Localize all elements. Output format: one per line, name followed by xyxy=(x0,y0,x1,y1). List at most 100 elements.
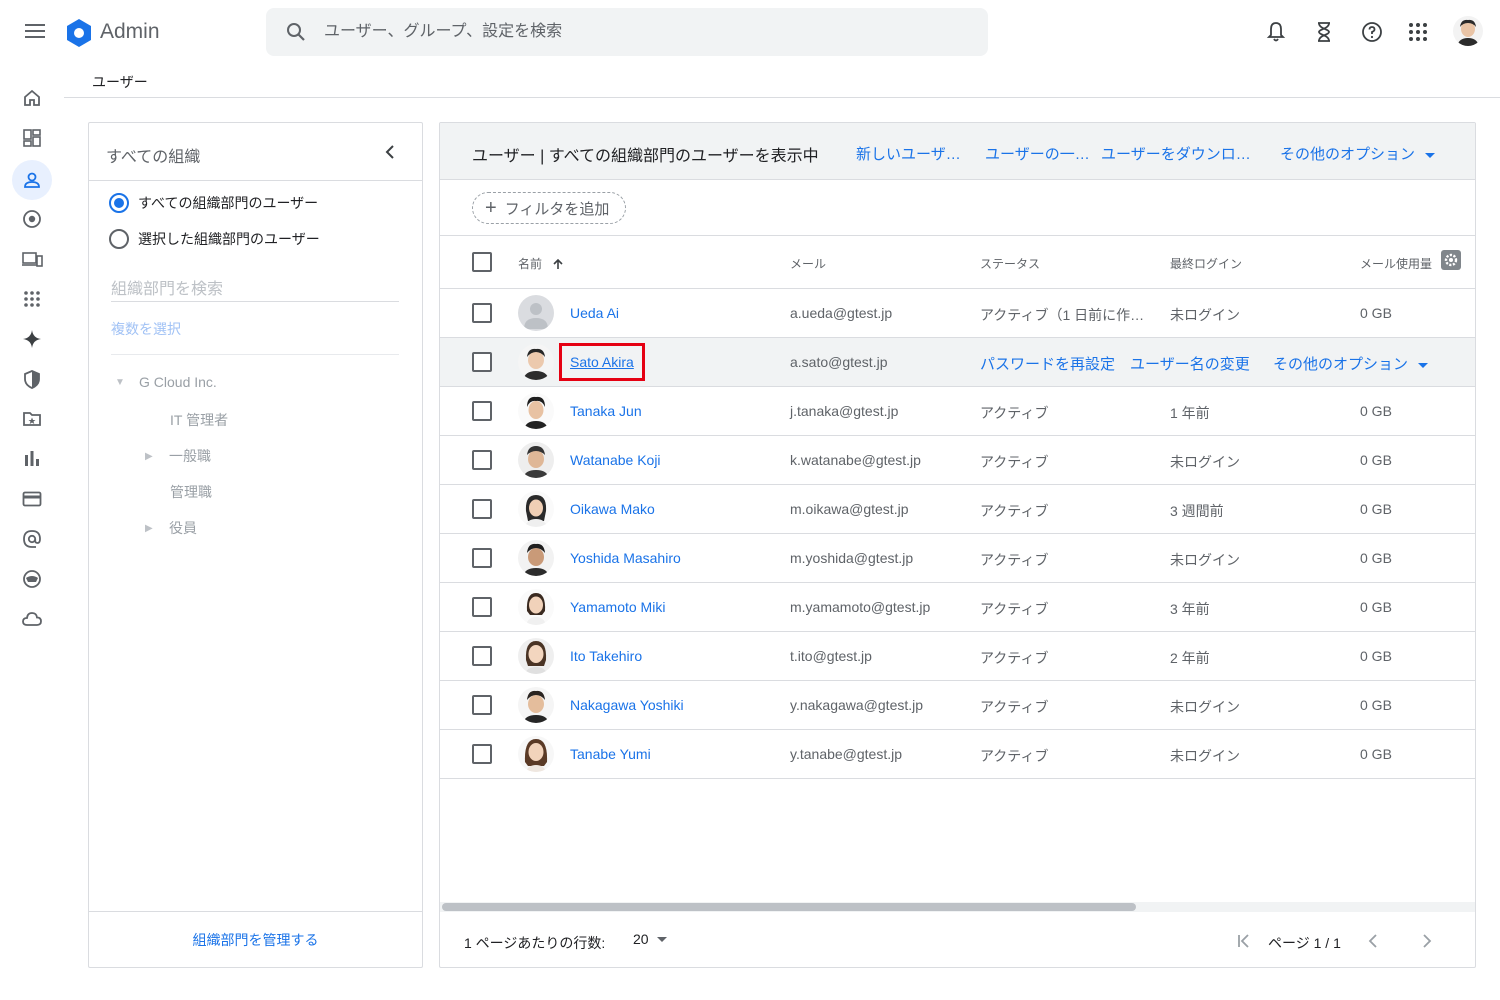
apps-grid-icon[interactable] xyxy=(1406,20,1430,44)
main-menu-icon[interactable] xyxy=(22,20,48,44)
column-last-login-header[interactable]: 最終ログイン xyxy=(1170,255,1242,272)
nav-dashboard-icon[interactable] xyxy=(12,118,52,158)
admin-logo[interactable] xyxy=(64,18,94,48)
nav-domains-at-icon[interactable] xyxy=(12,519,52,559)
nav-data-icon[interactable] xyxy=(12,559,52,599)
tree-item-root[interactable]: ▼ G Cloud Inc. xyxy=(115,374,217,390)
tree-item-it-admins[interactable]: IT 管理者 xyxy=(170,410,228,430)
user-name-link[interactable]: Sato Akira xyxy=(570,354,634,370)
tree-item-general-staff[interactable]: ▶ 一般職 xyxy=(145,446,211,466)
user-name-link[interactable]: Ito Takehiro xyxy=(570,648,642,664)
tree-item-managers[interactable]: 管理職 xyxy=(170,482,212,502)
table-row[interactable]: Yoshida Masahiro m.yoshida@gtest.jp アクティ… xyxy=(440,534,1475,583)
table-row[interactable]: Oikawa Mako m.oikawa@gtest.jp アクティブ 3 週間… xyxy=(440,485,1475,534)
notifications-bell-icon[interactable] xyxy=(1264,20,1288,44)
nav-gemini-sparkle-icon[interactable] xyxy=(12,319,52,359)
expand-down-arrow-icon[interactable]: ▼ xyxy=(115,377,125,388)
nav-chrome-icon[interactable] xyxy=(12,199,52,239)
row-checkbox[interactable] xyxy=(472,744,492,764)
row-checkbox[interactable] xyxy=(472,646,492,666)
tree-item-executives[interactable]: ▶ 役員 xyxy=(145,518,197,538)
user-name-link[interactable]: Yamamoto Miki xyxy=(570,599,665,615)
table-row[interactable]: Tanabe Yumi y.tanabe@gtest.jp アクティブ 未ログイ… xyxy=(440,730,1475,779)
user-name-link[interactable]: Yoshida Masahiro xyxy=(570,550,681,566)
multi-select-link[interactable]: 複数を選択 xyxy=(111,319,181,339)
scrollbar-thumb[interactable] xyxy=(442,903,1136,911)
table-row[interactable]: Watanabe Koji k.watanabe@gtest.jp アクティブ … xyxy=(440,436,1475,485)
nav-devices-icon[interactable] xyxy=(12,239,52,279)
row-more-options-menu[interactable]: その他のオプション xyxy=(1273,353,1429,374)
search-input[interactable] xyxy=(324,20,964,44)
rows-per-page-select[interactable]: 20 xyxy=(633,931,667,947)
row-checkbox[interactable] xyxy=(472,548,492,568)
more-options-menu[interactable]: その他のオプション xyxy=(1280,143,1436,164)
user-status: アクティブ xyxy=(980,503,1049,519)
column-name-header[interactable]: 名前 xyxy=(518,255,564,272)
next-page-chevron-right-icon[interactable] xyxy=(1416,931,1436,951)
user-name-link[interactable]: Watanabe Koji xyxy=(570,452,661,468)
table-row[interactable]: Nakagawa Yoshiki y.nakagawa@gtest.jp アクテ… xyxy=(440,681,1475,730)
row-checkbox[interactable] xyxy=(472,450,492,470)
manage-org-units-link[interactable]: 組織部門を管理する xyxy=(89,930,422,950)
add-filter-button[interactable]: + フィルタを追加 xyxy=(472,192,627,224)
radio-all-label: すべての組織部門のユーザー xyxy=(138,195,319,211)
row-checkbox[interactable] xyxy=(472,499,492,519)
expand-right-arrow-icon[interactable]: ▶ xyxy=(145,523,155,534)
column-status-header[interactable]: ステータス xyxy=(980,255,1040,272)
user-status: アクティブ xyxy=(980,699,1049,715)
row-checkbox[interactable] xyxy=(472,352,492,372)
table-row[interactable]: Tanaka Jun j.tanaka@gtest.jp アクティブ 1 年前 … xyxy=(440,387,1475,436)
column-email-header[interactable]: メール xyxy=(790,255,826,272)
nav-home-icon[interactable] xyxy=(12,78,52,118)
row-checkbox[interactable] xyxy=(472,303,492,323)
nav-drive-folder-icon[interactable] xyxy=(12,399,52,439)
tasks-hourglass-icon[interactable] xyxy=(1312,20,1336,44)
nav-users-icon[interactable] xyxy=(12,160,52,200)
column-mail-usage-header[interactable]: メール使用量 xyxy=(1360,255,1432,272)
account-avatar[interactable] xyxy=(1453,16,1483,46)
rename-user-link[interactable]: ユーザー名の変更 xyxy=(1130,353,1250,374)
download-users-link[interactable]: ユーザーをダウンロ… xyxy=(1101,143,1251,164)
sort-ascending-arrow-icon[interactable] xyxy=(552,258,564,270)
row-checkbox[interactable] xyxy=(472,401,492,421)
user-name-link[interactable]: Tanabe Yumi xyxy=(570,746,651,762)
nav-security-shield-icon[interactable] xyxy=(12,359,52,399)
radio-button-unchecked[interactable] xyxy=(109,229,129,249)
first-page-icon[interactable] xyxy=(1234,931,1254,951)
user-name-link[interactable]: Nakagawa Yoshiki xyxy=(570,697,684,713)
table-header-row: 名前 メール ステータス 最終ログイン メール使用量 xyxy=(440,236,1475,289)
table-row[interactable]: Ueda Ai a.ueda@gtest.jp アクティブ（1 日前に作… 未ロ… xyxy=(440,289,1475,338)
add-new-user-link[interactable]: 新しいユーザ… xyxy=(856,143,961,164)
collapse-panel-chevron-left-icon[interactable] xyxy=(380,141,402,163)
radio-all-org-units[interactable]: すべての組織部門のユーザー xyxy=(109,193,318,213)
radio-button-checked[interactable] xyxy=(109,193,129,213)
row-checkbox[interactable] xyxy=(472,597,492,617)
expand-right-arrow-icon[interactable]: ▶ xyxy=(145,451,155,462)
user-name-link[interactable]: Ueda Ai xyxy=(570,305,619,321)
user-mail-usage: 0 GB xyxy=(1360,403,1392,419)
table-row-hovered[interactable]: Sato Akira a.sato@gtest.jp パスワードを再設定 ユーザ… xyxy=(440,338,1475,387)
column-settings-gear-icon[interactable] xyxy=(1441,250,1461,270)
avatar xyxy=(518,344,554,380)
table-row[interactable]: Yamamoto Miki m.yamamoto@gtest.jp アクティブ … xyxy=(440,583,1475,632)
nav-cloud-icon[interactable] xyxy=(12,599,52,639)
global-search[interactable] xyxy=(266,8,988,56)
user-last-login: 未ログイン xyxy=(1170,307,1240,323)
table-row[interactable]: Ito Takehiro t.ito@gtest.jp アクティブ 2 年前 0… xyxy=(440,632,1475,681)
plus-icon: + xyxy=(485,196,497,219)
app-title[interactable]: Admin xyxy=(100,20,160,44)
nav-billing-card-icon[interactable] xyxy=(12,479,52,519)
help-icon[interactable] xyxy=(1360,20,1384,44)
user-name-link[interactable]: Oikawa Mako xyxy=(570,501,655,517)
select-all-checkbox[interactable] xyxy=(472,252,492,272)
user-name-link[interactable]: Tanaka Jun xyxy=(570,403,642,419)
nav-reports-chart-icon[interactable] xyxy=(12,439,52,479)
radio-selected-org-units[interactable]: 選択した組織部門のユーザー xyxy=(109,229,320,249)
previous-page-chevron-left-icon[interactable] xyxy=(1364,931,1384,951)
org-unit-search-input[interactable] xyxy=(111,278,399,302)
reset-password-link[interactable]: パスワードを再設定 xyxy=(980,353,1115,374)
bulk-update-users-link[interactable]: ユーザーの一… xyxy=(985,143,1090,164)
nav-apps-icon[interactable] xyxy=(12,279,52,319)
horizontal-scrollbar[interactable] xyxy=(440,902,1475,912)
row-checkbox[interactable] xyxy=(472,695,492,715)
